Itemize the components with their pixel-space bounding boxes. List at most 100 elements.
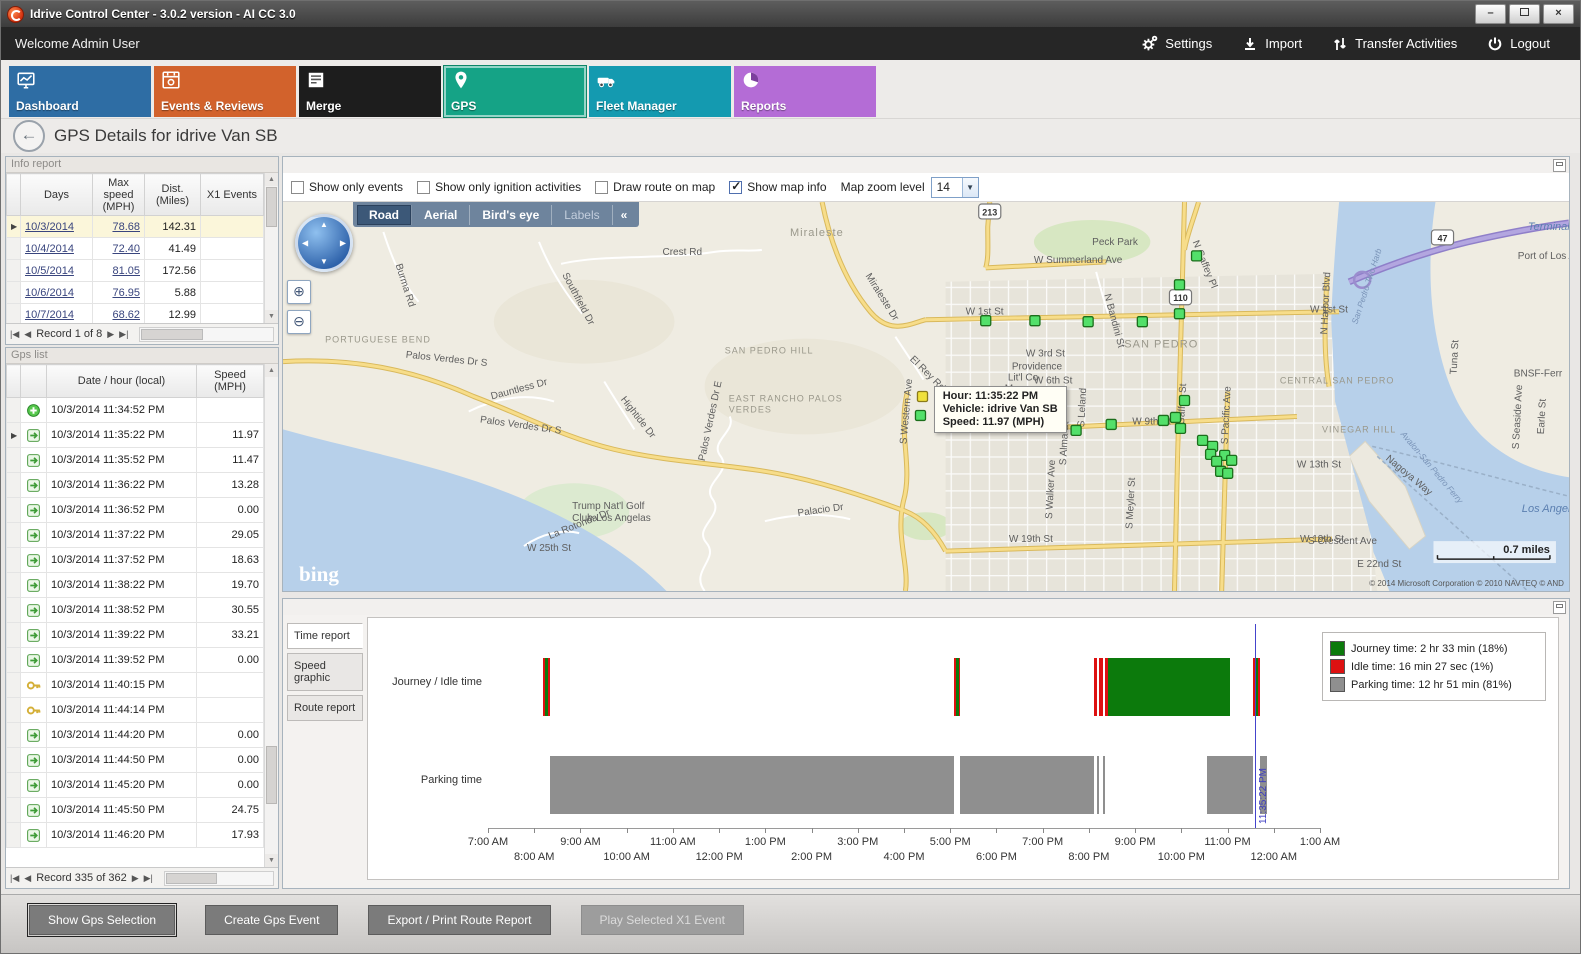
pan-down-icon[interactable]: ▼ [320, 257, 328, 266]
table-row[interactable]: 10/3/2014 11:35:52 PM11.47 [7, 448, 264, 473]
last-record-icon[interactable]: ▶| [144, 873, 153, 884]
pan-right-icon[interactable]: ▶ [340, 239, 346, 248]
table-row[interactable]: 10/3/2014 11:38:52 PM30.55 [7, 598, 264, 623]
prev-record-icon[interactable]: ◀ [24, 329, 31, 340]
chart-tab-route-report[interactable]: Route report [287, 695, 363, 721]
topbar-action-transfer-activities[interactable]: Transfer Activities [1332, 35, 1457, 52]
map-marker-icon[interactable] [1174, 280, 1184, 290]
map-pan-control[interactable]: ▲ ▼ ◀ ▶ [295, 214, 353, 272]
info-col-days[interactable]: Days [21, 174, 93, 216]
prev-record-icon[interactable]: ◀ [24, 873, 31, 884]
map-marker-icon[interactable] [1030, 316, 1040, 326]
map-marker-icon[interactable] [1158, 415, 1168, 425]
maxspeed-link[interactable]: 81.05 [112, 265, 140, 277]
tab-merge[interactable]: Merge [299, 66, 441, 117]
checked-checkbox-icon[interactable] [729, 181, 742, 194]
maxspeed-link[interactable]: 78.68 [112, 221, 140, 233]
map-marker-icon[interactable] [1192, 251, 1202, 261]
checkbox-draw-route-on-map[interactable]: Draw route on map [595, 180, 715, 194]
info-col-dist[interactable]: Dist. (Miles) [145, 174, 201, 216]
pan-left-icon[interactable]: ◀ [302, 239, 308, 248]
last-record-icon[interactable]: ▶| [119, 329, 128, 340]
map-zoom-in-button[interactable]: ⊕ [287, 280, 311, 304]
gps-col-datetime[interactable]: Date / hour (local) [47, 365, 197, 398]
play-selected-x1-event-button[interactable]: Play Selected X1 Event [581, 905, 744, 935]
table-row[interactable]: 10/3/2014 11:39:22 PM33.21 [7, 623, 264, 648]
create-gps-event-button[interactable]: Create Gps Event [205, 905, 338, 935]
map-marker-icon[interactable] [1106, 419, 1116, 429]
chart-tab-speed-graphic[interactable]: Speed graphic [287, 653, 363, 691]
table-row[interactable]: 10/3/2014 11:44:50 PM0.00 [7, 748, 264, 773]
table-row[interactable]: ▶10/3/201478.68142.31 [7, 216, 264, 238]
day-link[interactable]: 10/6/2014 [25, 287, 74, 299]
map-marker-icon[interactable] [1071, 425, 1081, 435]
checkbox-show-map-info[interactable]: Show map info [729, 180, 826, 194]
first-record-icon[interactable]: |◀ [10, 329, 19, 340]
map-marker-icon[interactable] [1198, 435, 1208, 445]
topbar-action-settings[interactable]: Settings [1141, 35, 1212, 52]
table-row[interactable]: 10/6/201476.955.88 [7, 282, 264, 304]
map-marker-icon[interactable] [1174, 309, 1184, 319]
table-row[interactable]: 10/5/201481.05172.56 [7, 260, 264, 282]
table-row[interactable]: 10/3/2014 11:36:22 PM13.28 [7, 473, 264, 498]
unchecked-checkbox-icon[interactable] [595, 181, 608, 194]
show-gps-selection-button[interactable]: Show Gps Selection [29, 905, 175, 935]
table-row[interactable]: ▶10/3/2014 11:35:22 PM11.97 [7, 423, 264, 448]
minimize-button[interactable]: – [1475, 4, 1506, 24]
topbar-action-import[interactable]: Import [1242, 35, 1302, 52]
table-row[interactable]: 10/3/2014 11:37:52 PM18.63 [7, 548, 264, 573]
map-marker-icon[interactable] [981, 316, 991, 326]
map-marker-icon[interactable] [1170, 412, 1180, 422]
day-link[interactable]: 10/3/2014 [25, 221, 74, 233]
maximize-button[interactable] [1509, 4, 1540, 24]
tab-gps[interactable]: GPS [444, 66, 586, 117]
table-row[interactable]: 10/3/2014 11:46:20 PM17.93 [7, 823, 264, 848]
table-row[interactable]: 10/3/2014 11:45:50 PM24.75 [7, 798, 264, 823]
topbar-action-logout[interactable]: Logout [1487, 35, 1550, 52]
table-row[interactable]: 10/3/2014 11:34:52 PM [7, 398, 264, 423]
table-row[interactable]: 10/3/2014 11:44:20 PM0.00 [7, 723, 264, 748]
first-record-icon[interactable]: |◀ [10, 873, 19, 884]
next-record-icon[interactable]: ▶ [107, 329, 114, 340]
map-view-tab-road[interactable]: Road [357, 205, 412, 225]
info-col-x1[interactable]: X1 Events [201, 174, 264, 216]
tab-fleet-manager[interactable]: Fleet Manager [589, 66, 731, 117]
table-row[interactable]: 10/3/2014 11:40:15 PM [7, 673, 264, 698]
close-button[interactable]: × [1543, 4, 1574, 24]
map-canvas[interactable]: MiralestePeck ParkW Summerland AveCrest … [283, 202, 1569, 591]
map-marker-icon[interactable] [1179, 396, 1189, 406]
map-marker-icon[interactable] [915, 410, 925, 420]
day-link[interactable]: 10/5/2014 [25, 265, 74, 277]
chart-collapse-box-icon[interactable] [1553, 601, 1566, 614]
map-view-tab-aerial[interactable]: Aerial [412, 205, 470, 225]
map-marker-icon[interactable] [1083, 317, 1093, 327]
info-hscrollbar[interactable] [139, 327, 274, 342]
map-marker-icon[interactable] [1175, 423, 1185, 433]
table-row[interactable]: 10/3/2014 11:44:14 PM [7, 698, 264, 723]
gps-col-speed[interactable]: Speed (MPH) [197, 365, 264, 398]
table-row[interactable]: 10/3/2014 11:36:52 PM0.00 [7, 498, 264, 523]
map-tabs-collapse-icon[interactable]: « [613, 208, 636, 222]
gps-hscrollbar[interactable] [164, 871, 274, 886]
gps-list-scrollbar[interactable]: ▲▼ [264, 364, 278, 867]
map-marker-icon[interactable] [1212, 456, 1222, 466]
unchecked-checkbox-icon[interactable] [417, 181, 430, 194]
pan-up-icon[interactable]: ▲ [320, 220, 328, 229]
maxspeed-link[interactable]: 72.40 [112, 243, 140, 255]
table-row[interactable]: 10/7/201468.6212.99 [7, 304, 264, 324]
bing-map[interactable]: MiralestePeck ParkW Summerland AveCrest … [283, 202, 1569, 591]
tab-reports[interactable]: Reports [734, 66, 876, 117]
info-report-scrollbar[interactable]: ▲▼ [264, 173, 278, 323]
map-view-tab-labels[interactable]: Labels [552, 205, 612, 225]
chart-tab-time-report[interactable]: Time report [287, 623, 363, 649]
day-link[interactable]: 10/4/2014 [25, 243, 74, 255]
checkbox-show-only-events[interactable]: Show only events [291, 180, 403, 194]
map-view-tab-bird-s-eye[interactable]: Bird's eye [470, 205, 552, 225]
day-link[interactable]: 10/7/2014 [25, 309, 74, 321]
info-col-maxspeed[interactable]: Max speed (MPH) [93, 174, 145, 216]
tab-events-reviews[interactable]: Events & Reviews [154, 66, 296, 117]
table-row[interactable]: 10/3/2014 11:38:22 PM19.70 [7, 573, 264, 598]
export-print-route-report-button[interactable]: Export / Print Route Report [368, 905, 550, 935]
table-row[interactable]: 10/3/2014 11:45:20 PM0.00 [7, 773, 264, 798]
table-row[interactable]: 10/4/201472.4041.49 [7, 238, 264, 260]
